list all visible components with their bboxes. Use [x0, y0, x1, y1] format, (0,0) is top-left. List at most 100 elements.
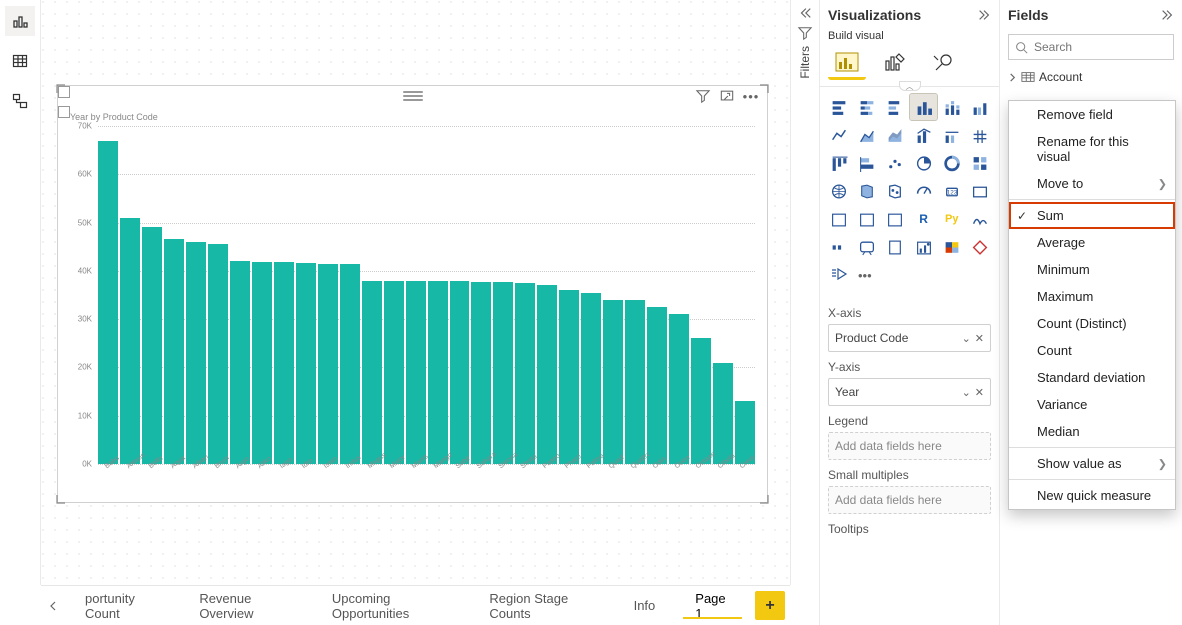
- page-tab[interactable]: Revenue Overview: [179, 586, 312, 625]
- bar[interactable]: [384, 281, 404, 464]
- bar[interactable]: [450, 281, 470, 464]
- more-visuals-icon[interactable]: •••: [858, 268, 872, 283]
- ctx-item[interactable]: Variance: [1009, 391, 1175, 418]
- legend-well[interactable]: Add data fields here: [828, 432, 991, 460]
- ctx-item[interactable]: Show value as❯: [1009, 450, 1175, 477]
- viz-type-tile[interactable]: [967, 94, 993, 120]
- viz-type-tile[interactable]: [882, 150, 908, 176]
- page-tab[interactable]: Page 1: [675, 586, 750, 625]
- viz-type-tile[interactable]: [854, 94, 880, 120]
- search-input[interactable]: [1032, 39, 1182, 55]
- viz-type-tile[interactable]: [967, 150, 993, 176]
- ctx-item[interactable]: Count (Distinct): [1009, 310, 1175, 337]
- bar[interactable]: [208, 244, 228, 464]
- viz-type-tile[interactable]: [882, 234, 908, 260]
- add-page-button[interactable]: +: [755, 591, 785, 620]
- viz-type-tile[interactable]: 123: [939, 178, 965, 204]
- viz-type-tile[interactable]: [854, 178, 880, 204]
- ctx-item[interactable]: New quick measure: [1009, 482, 1175, 509]
- bar[interactable]: [603, 300, 623, 464]
- viz-type-tile[interactable]: [939, 94, 965, 120]
- ctx-item[interactable]: Average: [1009, 229, 1175, 256]
- ctx-item[interactable]: Standard deviation: [1009, 364, 1175, 391]
- viz-type-tile[interactable]: [826, 150, 852, 176]
- filter-icon[interactable]: [695, 88, 711, 104]
- viz-type-tile[interactable]: [826, 122, 852, 148]
- table-account[interactable]: Account: [1008, 68, 1174, 86]
- report-canvas[interactable]: ••• Year by Product Code 70K60K50K40K30K…: [41, 0, 790, 585]
- fields-search[interactable]: [1008, 34, 1174, 60]
- viz-type-tile[interactable]: [910, 234, 936, 260]
- chart-visual-frame[interactable]: ••• Year by Product Code 70K60K50K40K30K…: [57, 85, 768, 503]
- expand-left-icon[interactable]: [798, 6, 812, 20]
- viz-type-tile[interactable]: [967, 122, 993, 148]
- report-view-button[interactable]: [5, 6, 35, 36]
- bar[interactable]: [230, 261, 250, 464]
- viz-type-tile[interactable]: [967, 234, 993, 260]
- viz-type-tile[interactable]: [854, 150, 880, 176]
- collapse-right-icon[interactable]: [1160, 8, 1174, 22]
- ctx-item[interactable]: Count: [1009, 337, 1175, 364]
- resize-handle[interactable]: [57, 493, 67, 503]
- page-tab[interactable]: Region Stage Counts: [469, 586, 613, 625]
- viz-type-tile[interactable]: [854, 122, 880, 148]
- bar[interactable]: [428, 281, 448, 464]
- chevron-down-icon[interactable]: ⌄: [962, 332, 971, 345]
- bar[interactable]: [98, 141, 118, 465]
- page-tab[interactable]: portunity Count: [65, 586, 179, 625]
- ctx-item[interactable]: Remove field: [1009, 101, 1175, 128]
- bar[interactable]: [515, 283, 535, 464]
- viz-type-tile[interactable]: [939, 234, 965, 260]
- viz-type-tile[interactable]: [854, 234, 880, 260]
- viz-type-tile[interactable]: [967, 206, 993, 232]
- viz-more-narrative[interactable]: [826, 262, 852, 288]
- bar[interactable]: [120, 218, 140, 464]
- ctx-item[interactable]: Move to❯: [1009, 170, 1175, 197]
- bar[interactable]: [274, 262, 294, 464]
- bar[interactable]: [691, 338, 711, 464]
- small-multiples-well[interactable]: Add data fields here: [828, 486, 991, 514]
- focus-mode-icon[interactable]: [719, 88, 735, 104]
- viz-type-tile[interactable]: [967, 178, 993, 204]
- viz-type-tile[interactable]: [854, 206, 880, 232]
- bar[interactable]: [362, 281, 382, 464]
- bar[interactable]: [406, 281, 426, 464]
- more-options-icon[interactable]: •••: [743, 88, 759, 104]
- bar[interactable]: [340, 264, 360, 464]
- viz-type-tile[interactable]: [826, 94, 852, 120]
- viz-type-tile[interactable]: [826, 178, 852, 204]
- bar[interactable]: [471, 282, 491, 464]
- viz-type-tile[interactable]: [910, 94, 936, 120]
- bar[interactable]: [625, 300, 645, 464]
- page-tab[interactable]: Upcoming Opportunities: [312, 586, 470, 625]
- viz-type-tile[interactable]: [910, 150, 936, 176]
- resize-handle[interactable]: [758, 493, 768, 503]
- remove-field-icon[interactable]: ✕: [975, 332, 984, 345]
- format-visual-tab[interactable]: [876, 46, 914, 80]
- xaxis-well[interactable]: Product Code ⌄✕: [828, 324, 991, 352]
- bar[interactable]: [186, 242, 206, 464]
- viz-type-tile[interactable]: [882, 206, 908, 232]
- bar[interactable]: [296, 263, 316, 464]
- yaxis-well[interactable]: Year ⌄✕: [828, 378, 991, 406]
- bar[interactable]: [164, 239, 184, 464]
- viz-type-tile[interactable]: [882, 94, 908, 120]
- bar[interactable]: [493, 282, 513, 464]
- viz-type-tile[interactable]: Py: [939, 206, 965, 232]
- viz-type-tile[interactable]: [939, 122, 965, 148]
- bar[interactable]: [318, 264, 338, 464]
- build-visual-tab[interactable]: [828, 46, 866, 80]
- ctx-item[interactable]: Sum✓: [1009, 202, 1175, 229]
- bar[interactable]: [559, 290, 579, 464]
- bar[interactable]: [252, 262, 272, 464]
- page-tab[interactable]: Info: [614, 586, 676, 625]
- viz-type-tile[interactable]: [910, 178, 936, 204]
- bar[interactable]: [669, 314, 689, 464]
- filters-pane-collapsed[interactable]: Filters: [790, 0, 819, 585]
- data-view-button[interactable]: [5, 46, 35, 76]
- collapse-right-icon[interactable]: [977, 8, 991, 22]
- ctx-item[interactable]: Rename for this visual: [1009, 128, 1175, 170]
- bar[interactable]: [581, 293, 601, 464]
- drag-grip-icon[interactable]: [403, 91, 423, 101]
- viz-type-tile[interactable]: [939, 150, 965, 176]
